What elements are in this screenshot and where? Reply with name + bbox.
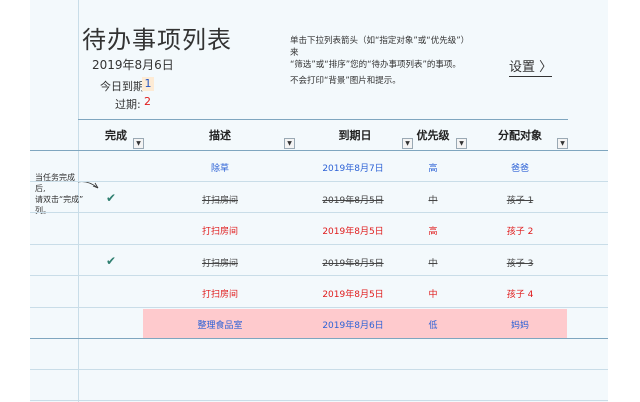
task-due-date[interactable]: 2019年8月6日 [318,318,388,331]
settings-link[interactable]: 设置 〉 [509,56,553,77]
today-due-count: 1 [142,77,154,91]
page-title: 待办事项列表 [82,26,232,54]
left-margin [0,0,30,402]
task-priority[interactable]: 中 [423,193,443,206]
task-description[interactable]: 打扫房间 [195,287,245,300]
column-header-due-date: 到期日 [338,129,372,142]
filter-dropdown-done[interactable]: ▼ [133,138,144,149]
instruction-line: 单击下拉列表箭头（如“指定对象”或“优先级”）来 [290,36,470,58]
task-assignee[interactable]: 孩子 1 [495,193,545,206]
table-top-border [78,119,568,120]
row-divider [30,275,608,276]
task-priority[interactable]: 高 [423,224,443,237]
task-assignee[interactable]: 孩子 4 [495,287,545,300]
task-due-date[interactable]: 2019年8月7日 [318,161,388,174]
filter-dropdown-assignee[interactable]: ▼ [557,138,568,149]
completed-checkmark-icon[interactable]: ✔ [106,254,116,268]
task-assignee[interactable]: 爸爸 [495,161,545,174]
completed-checkmark-icon[interactable]: ✔ [106,191,116,205]
current-date: 2019年8月6日 [92,58,174,72]
task-description[interactable]: 整理食品室 [190,318,250,331]
print-note: 不会打印“背景”图片和提示。 [290,76,401,86]
row-divider [30,400,608,401]
task-priority[interactable]: 中 [423,256,443,269]
task-assignee[interactable]: 孩子 2 [495,224,545,237]
column-header-assignee: 分配对象 [498,129,542,142]
filter-dropdown-due-date[interactable]: ▼ [402,138,413,149]
row-divider [30,369,608,370]
task-due-date[interactable]: 2019年8月5日 [318,287,388,300]
column-header-priority: 优先级 [416,129,450,142]
row-divider [30,244,608,245]
task-priority[interactable]: 低 [423,318,443,331]
instruction-line: “筛选”或“排序”您的“待办事项列表”的事项。 [290,60,461,70]
filter-dropdown-priority[interactable]: ▼ [456,138,467,149]
header-bottom-border [30,150,608,151]
overdue-label: 过期: [115,98,141,111]
task-description[interactable]: 除草 [195,161,245,174]
task-due-date[interactable]: 2019年8月5日 [318,224,388,237]
task-description[interactable]: 打扫房间 [195,224,245,237]
column-header-done: 完成 [105,129,127,142]
task-priority[interactable]: 中 [423,287,443,300]
overdue-count: 2 [144,95,151,108]
task-due-date[interactable]: 2019年8月5日 [318,193,388,206]
task-description[interactable]: 打扫房间 [195,256,245,269]
today-due-label: 今日到期: [100,80,148,93]
tip-line: 请双击“完成” [35,195,84,204]
row-divider [30,181,608,182]
task-description[interactable]: 打扫房间 [195,193,245,206]
task-assignee[interactable]: 妈妈 [495,318,545,331]
row-divider [30,307,608,308]
task-due-date[interactable]: 2019年8月5日 [318,256,388,269]
filter-dropdown-description[interactable]: ▼ [284,138,295,149]
column-header-description: 描述 [209,129,231,142]
row-divider [30,212,608,213]
tip-line: 列。 [35,206,51,215]
table-bottom-border [30,338,608,339]
task-assignee[interactable]: 孩子 3 [495,256,545,269]
instructions: 单击下拉列表箭头（如“指定对象”或“优先级”）来 “筛选”或“排序”您的“待办事… [290,35,470,71]
task-priority[interactable]: 高 [423,161,443,174]
